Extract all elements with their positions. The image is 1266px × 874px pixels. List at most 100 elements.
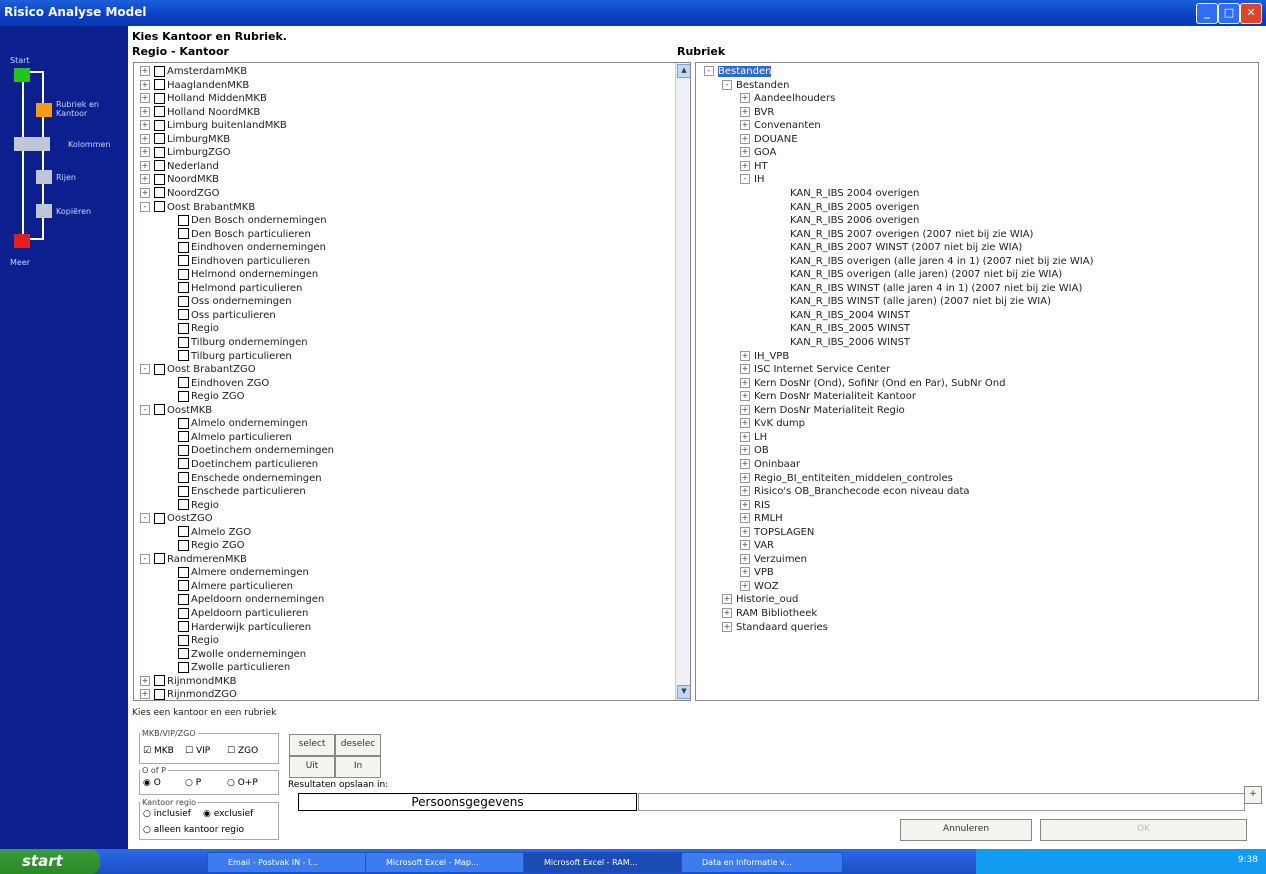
expand-icon[interactable]: + xyxy=(140,79,150,90)
close-button[interactable]: ✕ xyxy=(1240,3,1262,24)
expand-icon[interactable]: + xyxy=(740,458,750,469)
tree-item[interactable]: Almere particulieren xyxy=(164,580,293,594)
expand-icon[interactable]: + xyxy=(140,675,150,686)
tree-item[interactable]: + Aandeelhouders xyxy=(740,92,835,106)
expand-icon[interactable]: + xyxy=(140,66,150,76)
tree-item[interactable]: - RandmerenMKB xyxy=(140,553,247,567)
tree-item[interactable]: Enschede ondernemingen xyxy=(164,472,322,486)
scroll-down-icon[interactable]: ▼ xyxy=(677,685,690,699)
tree-item[interactable]: Zwolle ondernemingen xyxy=(164,648,306,662)
tree-item[interactable]: + WOZ xyxy=(740,580,779,594)
checkbox[interactable] xyxy=(154,201,165,212)
regio-kantoor-tree[interactable]: + AmsterdamMKB + HaaglandenMKB + Holland Midd… xyxy=(133,62,691,701)
checkbox[interactable] xyxy=(154,675,165,687)
checkbox[interactable] xyxy=(178,593,189,605)
expand-icon[interactable]: + xyxy=(740,404,750,415)
collapse-icon[interactable]: - xyxy=(140,364,150,375)
tree-item[interactable]: + RijnmondZGO xyxy=(140,688,237,700)
checkbox[interactable] xyxy=(178,526,189,538)
checkbox[interactable] xyxy=(178,255,189,267)
tree-item[interactable]: Eindhoven ZGO xyxy=(164,377,269,391)
tree-item[interactable]: Regio ZGO xyxy=(164,390,245,404)
tree-item[interactable]: Enschede particulieren xyxy=(164,485,306,499)
tree-item[interactable]: - Bestanden xyxy=(704,65,772,79)
tree-item[interactable]: KAN_R_IBS 2006 overigen xyxy=(776,214,919,228)
expand-icon[interactable]: + xyxy=(140,133,150,144)
tree-item[interactable]: + Standaard queries xyxy=(722,621,828,635)
left-scrollbar[interactable]: ▲ ▼ xyxy=(675,63,690,700)
expand-icon[interactable]: + xyxy=(740,120,750,131)
tree-item[interactable]: Regio ZGO xyxy=(164,539,245,553)
tree-item[interactable]: Tilburg ondernemingen xyxy=(164,336,308,350)
expand-icon[interactable]: + xyxy=(740,513,750,524)
checkbox[interactable] xyxy=(178,431,189,443)
expand-icon[interactable]: + xyxy=(740,445,750,456)
taskbar-item[interactable]: Data en Informatie v... xyxy=(681,852,843,873)
op-radio[interactable]: ○ O+P xyxy=(227,778,258,788)
tree-item[interactable]: + GOA xyxy=(740,146,776,160)
tree-item[interactable]: Oss particulieren xyxy=(164,309,276,323)
tree-item[interactable]: - IH xyxy=(740,173,764,187)
expand-icon[interactable]: + xyxy=(740,580,750,591)
expand-icon[interactable]: + xyxy=(140,160,150,171)
expand-icon[interactable]: + xyxy=(740,147,750,158)
wizard-step-rubriek[interactable]: Rubriek en Kantoor xyxy=(56,100,116,118)
checkbox[interactable] xyxy=(154,65,165,77)
collapse-icon[interactable]: - xyxy=(140,404,150,415)
tree-item[interactable]: + RijnmondMKB xyxy=(140,675,236,689)
tree-item[interactable]: KAN_R_IBS_2005 WINST xyxy=(776,322,910,336)
inclusief-radio[interactable]: ○ inclusief xyxy=(143,809,191,819)
expand-icon[interactable]: + xyxy=(722,621,732,632)
tree-item[interactable]: Almelo ZGO xyxy=(164,526,251,540)
zgo-checkbox[interactable]: ☐ ZGO xyxy=(227,746,258,756)
tree-item[interactable]: + DOUANE xyxy=(740,133,798,147)
tree-item[interactable]: + Oninbaar xyxy=(740,458,800,472)
expand-icon[interactable]: + xyxy=(140,93,150,104)
checkbox[interactable] xyxy=(178,322,189,334)
exclusief-radio[interactable]: ◉ exclusief xyxy=(203,809,253,819)
checkbox[interactable] xyxy=(178,661,189,673)
expand-icon[interactable]: + xyxy=(722,608,732,618)
expand-icon[interactable]: + xyxy=(740,499,750,510)
tree-item[interactable]: KAN_R_IBS_2004 WINST xyxy=(776,309,910,323)
expand-icon[interactable]: + xyxy=(722,594,732,605)
checkbox[interactable] xyxy=(178,268,189,280)
tree-item[interactable]: + RMLH xyxy=(740,512,783,526)
tree-item[interactable]: Apeldoorn particulieren xyxy=(164,607,308,621)
expand-icon[interactable]: + xyxy=(740,567,750,578)
expand-icon[interactable]: + xyxy=(740,350,750,361)
tree-item[interactable]: KAN_R_IBS WINST (alle jaren 4 in 1) (200… xyxy=(776,282,1082,296)
rubriek-tree[interactable]: - Bestanden - Bestanden + Aandeelhouders + BVR +… xyxy=(695,62,1259,701)
checkbox[interactable] xyxy=(154,512,165,524)
tree-item[interactable]: + Holland MiddenMKB xyxy=(140,92,267,106)
tree-item[interactable]: + ISC Internet Service Center xyxy=(740,363,890,377)
annuleren-button[interactable]: Annuleren xyxy=(900,819,1032,841)
checkbox[interactable] xyxy=(178,472,189,483)
checkbox[interactable] xyxy=(178,350,189,362)
wizard-step-rijen[interactable]: Rijen xyxy=(56,173,76,182)
expand-icon[interactable]: + xyxy=(740,364,750,375)
tree-item[interactable]: + LimburgZGO xyxy=(140,146,231,160)
checkbox[interactable] xyxy=(178,566,189,578)
alleen-kantoor-regio-radio[interactable]: ○ alleen kantoor regio xyxy=(143,825,244,835)
expand-icon[interactable]: + xyxy=(740,472,750,483)
tree-item[interactable]: + TOPSLAGEN xyxy=(740,526,814,540)
tree-item[interactable]: Almere ondernemingen xyxy=(164,566,309,580)
checkbox[interactable] xyxy=(154,187,165,199)
checkbox[interactable] xyxy=(154,92,165,104)
checkbox[interactable] xyxy=(154,106,165,118)
expand-icon[interactable]: + xyxy=(740,540,750,551)
checkbox[interactable] xyxy=(154,173,165,185)
expand-icon[interactable]: + xyxy=(140,187,150,198)
checkbox[interactable] xyxy=(178,444,189,456)
wizard-step-meer[interactable]: Meer xyxy=(10,258,30,267)
in-button[interactable]: In xyxy=(335,756,381,778)
collapse-icon[interactable]: - xyxy=(704,66,714,76)
checkbox[interactable] xyxy=(178,417,189,429)
expand-icon[interactable]: + xyxy=(140,147,150,158)
tree-item[interactable]: Regio xyxy=(164,634,219,648)
tree-item[interactable]: Regio xyxy=(164,322,219,336)
tree-item[interactable]: + Risico's OB_Branchecode econ niveau dat… xyxy=(740,485,970,499)
checkbox[interactable] xyxy=(178,241,189,253)
taskbar-item[interactable]: Email - Postvak IN - I... xyxy=(207,852,369,873)
